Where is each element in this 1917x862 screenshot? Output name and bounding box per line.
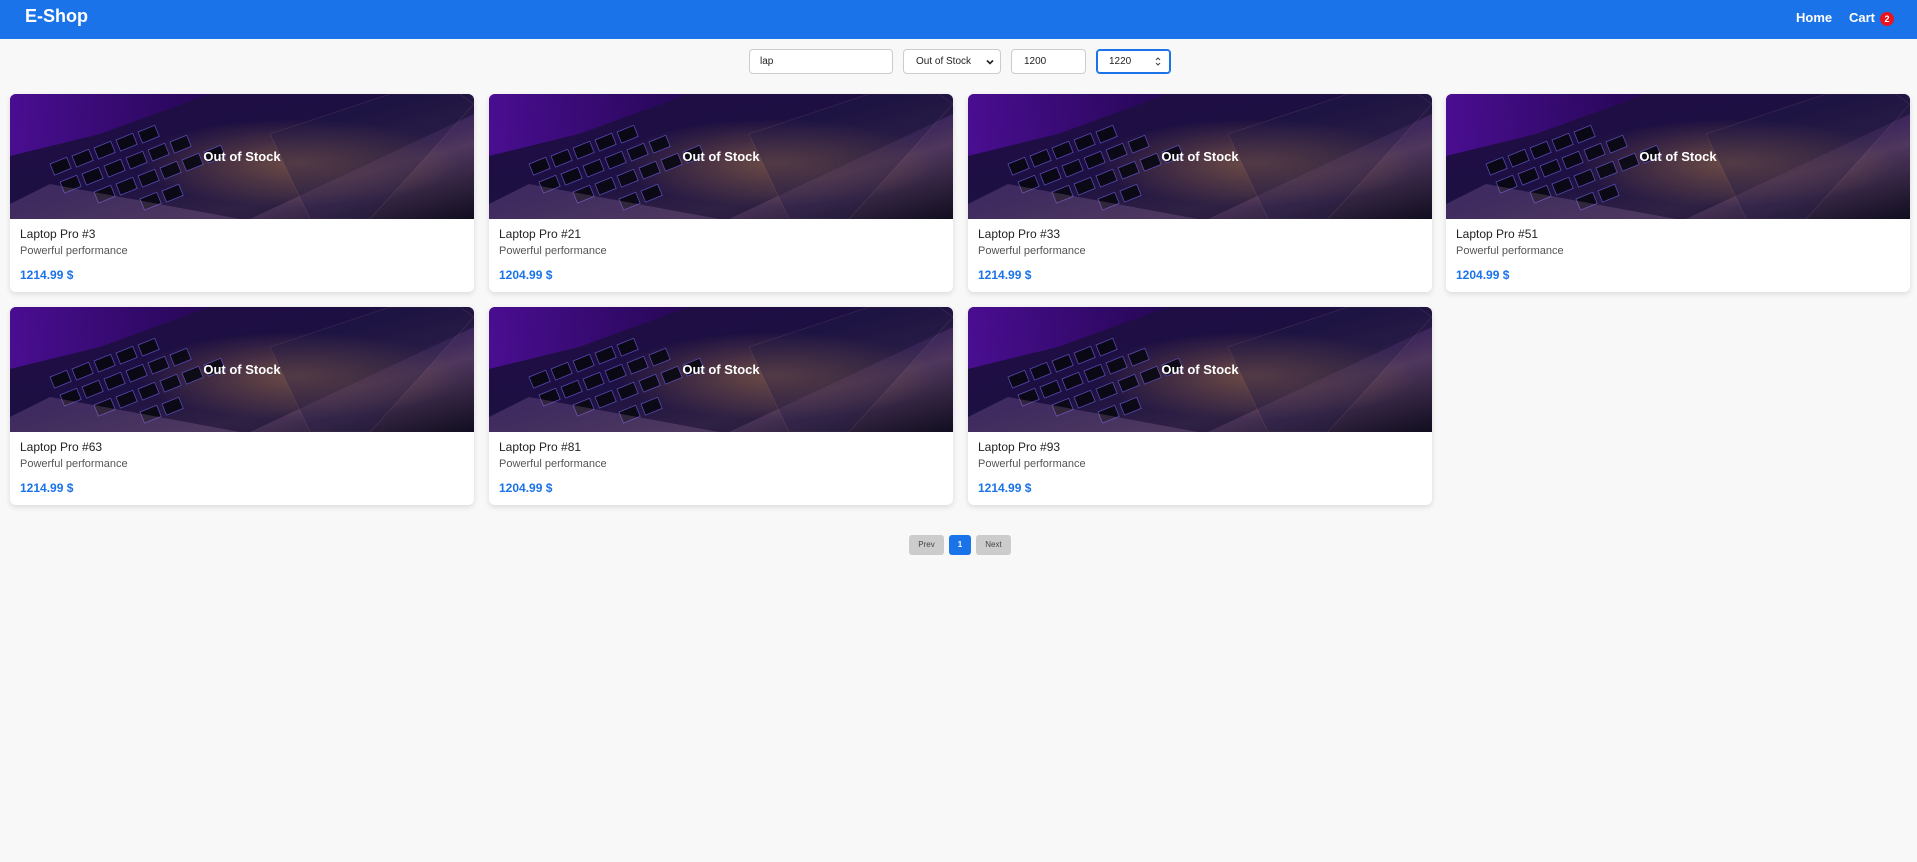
product-description: Powerful performance xyxy=(499,245,607,257)
out-of-stock-label: Out of Stock xyxy=(682,362,760,377)
brand-logo[interactable]: E-Shop xyxy=(25,6,88,27)
out-of-stock-label: Out of Stock xyxy=(203,362,281,377)
product-image[interactable]: Out of Stock xyxy=(968,307,1432,432)
product-description: Powerful performance xyxy=(20,245,128,257)
product-name[interactable]: Laptop Pro #63 xyxy=(20,440,102,454)
product-price: 1214.99 $ xyxy=(978,481,1032,495)
product-image[interactable]: Out of Stock xyxy=(489,307,953,432)
product-description: Powerful performance xyxy=(1456,245,1564,257)
product-price: 1214.99 $ xyxy=(978,268,1032,282)
product-name[interactable]: Laptop Pro #33 xyxy=(978,227,1060,241)
out-of-stock-label: Out of Stock xyxy=(203,149,281,164)
stock-filter-select[interactable]: Out of Stock xyxy=(903,49,1001,74)
product-description: Powerful performance xyxy=(20,458,128,470)
product-price: 1214.99 $ xyxy=(20,481,74,495)
cart-count-badge: 2 xyxy=(1880,12,1894,26)
product-image[interactable]: Out of Stock xyxy=(10,94,474,219)
chevron-down-icon xyxy=(986,59,994,65)
product-card[interactable]: Out of Stock Laptop Pro #51 Powerful per… xyxy=(1446,94,1910,292)
product-card[interactable]: Out of Stock Laptop Pro #33 Powerful per… xyxy=(968,94,1432,292)
product-card[interactable]: Out of Stock Laptop Pro #63 Powerful per… xyxy=(10,307,474,505)
product-card[interactable]: Out of Stock Laptop Pro #21 Powerful per… xyxy=(489,94,953,292)
product-name[interactable]: Laptop Pro #3 xyxy=(20,227,95,241)
product-name[interactable]: Laptop Pro #21 xyxy=(499,227,581,241)
search-input[interactable]: lap xyxy=(749,49,893,74)
product-price: 1204.99 $ xyxy=(499,268,553,282)
product-image[interactable]: Out of Stock xyxy=(489,94,953,219)
navbar: E-Shop Home Cart 2 xyxy=(0,0,1917,39)
nav-cart-link[interactable]: Cart xyxy=(1849,10,1875,25)
product-description: Powerful performance xyxy=(499,458,607,470)
product-price: 1204.99 $ xyxy=(499,481,553,495)
max-price-input[interactable]: 1220 xyxy=(1096,49,1171,74)
out-of-stock-label: Out of Stock xyxy=(1161,149,1239,164)
out-of-stock-label: Out of Stock xyxy=(1639,149,1717,164)
product-name[interactable]: Laptop Pro #81 xyxy=(499,440,581,454)
prev-page-button[interactable]: Prev xyxy=(909,535,944,555)
product-image[interactable]: Out of Stock xyxy=(968,94,1432,219)
product-card[interactable]: Out of Stock Laptop Pro #93 Powerful per… xyxy=(968,307,1432,505)
product-image[interactable]: Out of Stock xyxy=(10,307,474,432)
product-image[interactable]: Out of Stock xyxy=(1446,94,1910,219)
filter-bar: lap Out of Stock 1200 1220 xyxy=(0,49,1917,74)
product-name[interactable]: Laptop Pro #51 xyxy=(1456,227,1538,241)
next-page-button[interactable]: Next xyxy=(976,535,1011,555)
product-card[interactable]: Out of Stock Laptop Pro #3 Powerful perf… xyxy=(10,94,474,292)
product-price: 1204.99 $ xyxy=(1456,268,1510,282)
out-of-stock-label: Out of Stock xyxy=(1161,362,1239,377)
max-price-value: 1220 xyxy=(1109,56,1132,67)
nav-home-link[interactable]: Home xyxy=(1796,10,1832,25)
product-name[interactable]: Laptop Pro #93 xyxy=(978,440,1060,454)
out-of-stock-label: Out of Stock xyxy=(682,149,760,164)
product-price: 1214.99 $ xyxy=(20,268,74,282)
product-description: Powerful performance xyxy=(978,458,1086,470)
min-price-input[interactable]: 1200 xyxy=(1011,49,1086,74)
page-1-button[interactable]: 1 xyxy=(949,535,971,555)
product-card[interactable]: Out of Stock Laptop Pro #81 Powerful per… xyxy=(489,307,953,505)
stock-filter-value: Out of Stock xyxy=(916,56,972,67)
product-description: Powerful performance xyxy=(978,245,1086,257)
pagination: Prev 1 Next xyxy=(0,535,1917,555)
spinner-arrows-icon[interactable] xyxy=(1155,56,1161,67)
